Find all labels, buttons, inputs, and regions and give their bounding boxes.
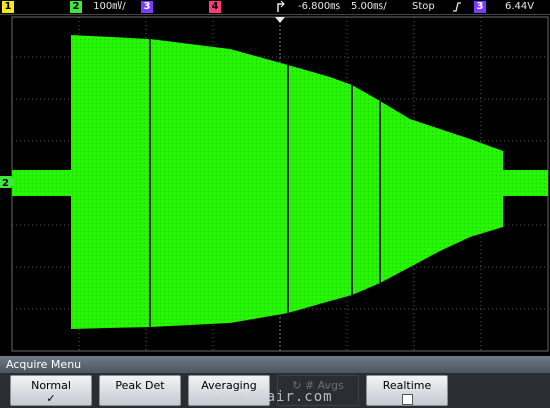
peak-detect-softkey[interactable]: Peak Det bbox=[99, 375, 181, 406]
status-bar: 1 2 100㎷/ 3 4 -6.800㎳ 5.00㎳/ Stop 3 6.44… bbox=[0, 0, 550, 15]
run-state[interactable]: Stop bbox=[412, 0, 435, 14]
checkmark-icon: ✓ bbox=[46, 392, 56, 405]
channel-3-indicator[interactable]: 3 bbox=[141, 0, 153, 14]
channel-3-number: 3 bbox=[141, 1, 153, 13]
rising-edge-icon bbox=[452, 0, 462, 14]
trigger-position-icon bbox=[276, 0, 286, 14]
menu-title: Acquire Menu bbox=[0, 356, 550, 373]
channel-2-scale: 100㎷/ bbox=[93, 1, 126, 12]
watermark: laserfair.com bbox=[210, 389, 333, 405]
realtime-softkey[interactable]: Realtime bbox=[366, 375, 448, 406]
trigger-position-marker bbox=[275, 17, 285, 23]
realtime-checkbox[interactable] bbox=[401, 394, 413, 405]
trigger-level[interactable]: 6.44V bbox=[505, 0, 534, 14]
channel-2-number: 2 bbox=[70, 1, 82, 13]
waveform-display[interactable]: 2 bbox=[0, 15, 550, 355]
peak-detect-softkey-label: Peak Det bbox=[115, 379, 165, 392]
channel-4-indicator[interactable]: 4 bbox=[209, 0, 221, 14]
normal-softkey[interactable]: Normal ✓ bbox=[10, 375, 92, 406]
channel-1-indicator[interactable]: 1 bbox=[2, 0, 14, 14]
trigger-source: 3 bbox=[474, 1, 486, 13]
normal-softkey-label: Normal bbox=[31, 379, 71, 392]
baseline-noise-left bbox=[12, 170, 71, 196]
time-scale[interactable]: 5.00㎳/ bbox=[351, 0, 387, 14]
realtime-softkey-label: Realtime bbox=[382, 379, 432, 392]
time-offset[interactable]: -6.800㎳ bbox=[298, 0, 340, 14]
baseline-noise-right bbox=[503, 170, 548, 196]
channel-4-number: 4 bbox=[209, 1, 221, 13]
ground-marker-label: 2 bbox=[2, 178, 9, 189]
channel-2-indicator[interactable]: 2 100㎷/ bbox=[70, 0, 126, 14]
channel-1-number: 1 bbox=[2, 1, 14, 13]
trigger-source-indicator[interactable]: 3 bbox=[474, 0, 486, 14]
waveform-graticule: 2 bbox=[0, 16, 549, 352]
